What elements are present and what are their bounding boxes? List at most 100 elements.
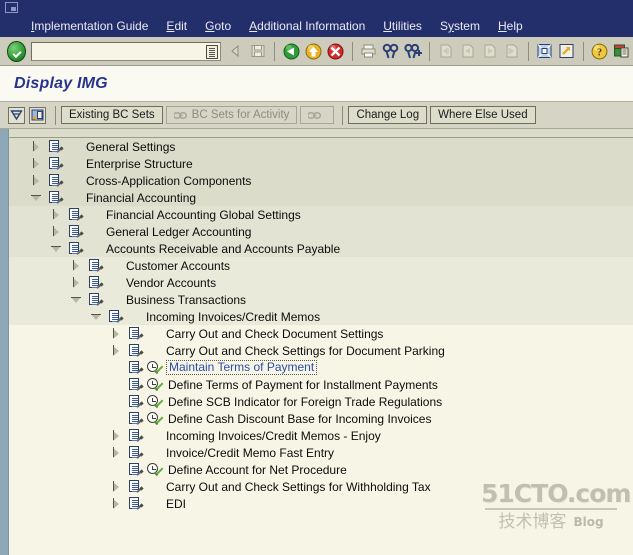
tree-node-label: Enterprise Structure [86, 156, 193, 171]
tree-row[interactable]: Business Transactions [9, 291, 633, 308]
command-input[interactable] [32, 42, 221, 60]
tree-row[interactable]: Financial Accounting Global Settings [9, 206, 633, 223]
tree-row[interactable]: Vendor Accounts [9, 274, 633, 291]
previous-page-icon[interactable] [458, 41, 478, 62]
img-tree: General Settings Enterprise Structure Cros… [9, 138, 633, 512]
menu-item-utilities[interactable]: Utilities [374, 16, 431, 37]
save-icon[interactable] [248, 41, 268, 62]
tree-row[interactable]: Define SCB Indicator for Foreign Trade R… [9, 393, 633, 410]
bc-set-link-icon-2 [308, 110, 322, 121]
tree-row[interactable]: Financial Accounting [9, 189, 633, 206]
img-document-icon [89, 276, 102, 289]
tree-row[interactable]: General Ledger Accounting [9, 223, 633, 240]
last-page-icon[interactable] [502, 41, 522, 62]
expand-collapse-closed-icon[interactable] [111, 498, 122, 509]
img-document-icon [69, 242, 82, 255]
tree-row[interactable]: Incoming Invoices/Credit Memos [9, 308, 633, 325]
customize-layout-icon[interactable] [612, 41, 632, 62]
tree-row[interactable]: Accounts Receivable and Accounts Payable [9, 240, 633, 257]
expand-collapse-closed-icon[interactable] [71, 260, 82, 271]
next-page-icon[interactable] [480, 41, 500, 62]
expand-collapse-closed-icon[interactable] [51, 209, 62, 220]
expand-collapse-open-icon[interactable] [71, 294, 82, 305]
menu-item-implementation-guide[interactable]: Implementation Guide [22, 16, 157, 37]
page-title-bar: Display IMG [0, 66, 633, 102]
tree-row[interactable]: Carry Out and Check Document Settings [9, 325, 633, 342]
tree-row[interactable]: Carry Out and Check Settings for Documen… [9, 342, 633, 359]
cancel-red-icon[interactable] [325, 41, 345, 62]
existing-bc-sets-button[interactable]: Existing BC Sets [61, 106, 163, 124]
tree-row[interactable]: Cross-Application Components [9, 172, 633, 189]
tree-row[interactable]: General Settings [9, 138, 633, 155]
img-activity-clock-icon[interactable] [147, 394, 161, 409]
tree-row[interactable]: Define Terms of Payment for Installment … [9, 376, 633, 393]
print-icon[interactable] [358, 41, 378, 62]
tree-node-label: Accounts Receivable and Accounts Payable [106, 241, 341, 256]
img-document-icon [49, 140, 62, 153]
tree-node-link[interactable]: Maintain Terms of Payment [166, 360, 318, 375]
find-next-icon[interactable] [403, 41, 423, 62]
tree-row[interactable]: EDI [9, 495, 633, 512]
exit-yellow-icon[interactable] [303, 41, 323, 62]
img-document-icon [129, 429, 142, 442]
expand-collapse-open-icon[interactable] [91, 311, 102, 322]
img-activity-clock-icon[interactable] [147, 360, 161, 375]
tree-node-label: Customer Accounts [126, 258, 231, 273]
img-document-icon [129, 480, 142, 493]
expand-collapse-closed-icon[interactable] [71, 277, 82, 288]
collapse-tree-icon[interactable] [8, 106, 25, 124]
find-icon[interactable] [381, 41, 401, 62]
menu-item-edit[interactable]: Edit [157, 16, 196, 37]
bc-sets-for-activity-button: BC Sets for Activity [165, 106, 298, 124]
expand-collapse-closed-icon[interactable] [111, 447, 122, 458]
tree-row[interactable]: Maintain Terms of Payment [9, 359, 633, 376]
first-page-icon[interactable] [436, 41, 456, 62]
command-history-icon[interactable] [206, 44, 219, 59]
tree-row[interactable]: Customer Accounts [9, 257, 633, 274]
select-subtree-icon[interactable] [29, 106, 46, 124]
img-activity-clock-icon[interactable] [147, 411, 161, 426]
tree-node-label: Business Transactions [126, 292, 247, 307]
expand-collapse-closed-icon[interactable] [111, 430, 122, 441]
back-arrow-small-icon[interactable] [226, 41, 246, 62]
existing-bc-sets-label: Existing BC Sets [69, 109, 155, 121]
create-session-icon[interactable] [535, 41, 555, 62]
tree-node-label: Carry Out and Check Settings for Withhol… [166, 479, 431, 494]
expand-collapse-open-icon[interactable] [31, 192, 42, 203]
system-menu-icon[interactable] [5, 2, 18, 13]
tree-row[interactable]: Invoice/Credit Memo Fast Entry [9, 444, 633, 461]
img-activity-clock-icon[interactable] [147, 462, 161, 477]
expand-collapse-closed-icon[interactable] [31, 175, 42, 186]
expand-collapse-closed-icon[interactable] [51, 226, 62, 237]
change-log-button[interactable]: Change Log [348, 106, 428, 124]
command-field[interactable] [31, 41, 222, 61]
tree-node-label: Carry Out and Check Settings for Documen… [166, 343, 445, 358]
help-icon[interactable]: ? [590, 41, 610, 62]
tree-row[interactable]: Incoming Invoices/Credit Memos - Enjoy [9, 427, 633, 444]
img-document-icon [49, 191, 62, 204]
expand-collapse-closed-icon[interactable] [111, 345, 122, 356]
img-document-icon [129, 412, 142, 425]
menu-item-additional-information[interactable]: Additional Information [240, 16, 374, 37]
where-else-used-button[interactable]: Where Else Used [430, 106, 536, 124]
expand-collapse-open-icon[interactable] [51, 243, 62, 254]
back-green-icon[interactable] [281, 41, 301, 62]
img-document-icon [129, 395, 142, 408]
tree-row[interactable]: Define Cash Discount Base for Incoming I… [9, 410, 633, 427]
tree-node-label: Incoming Invoices/Credit Memos - Enjoy [166, 428, 381, 443]
tree-node-label: Financial Accounting [86, 190, 197, 205]
create-shortcut-icon[interactable] [557, 41, 577, 62]
enter-button[interactable] [7, 40, 27, 62]
expand-collapse-closed-icon[interactable] [111, 481, 122, 492]
tree-row[interactable]: Carry Out and Check Settings for Withhol… [9, 478, 633, 495]
page-title: Display IMG [14, 74, 108, 92]
menu-item-goto[interactable]: Goto [196, 16, 240, 37]
expand-collapse-closed-icon[interactable] [111, 328, 122, 339]
img-activity-clock-icon[interactable] [147, 377, 161, 392]
tree-row[interactable]: Enterprise Structure [9, 155, 633, 172]
expand-collapse-closed-icon[interactable] [31, 141, 42, 152]
menu-item-help[interactable]: Help [489, 16, 532, 37]
menu-item-system[interactable]: System [431, 16, 489, 37]
tree-row[interactable]: Define Account for Net Procedure [9, 461, 633, 478]
expand-collapse-closed-icon[interactable] [31, 158, 42, 169]
